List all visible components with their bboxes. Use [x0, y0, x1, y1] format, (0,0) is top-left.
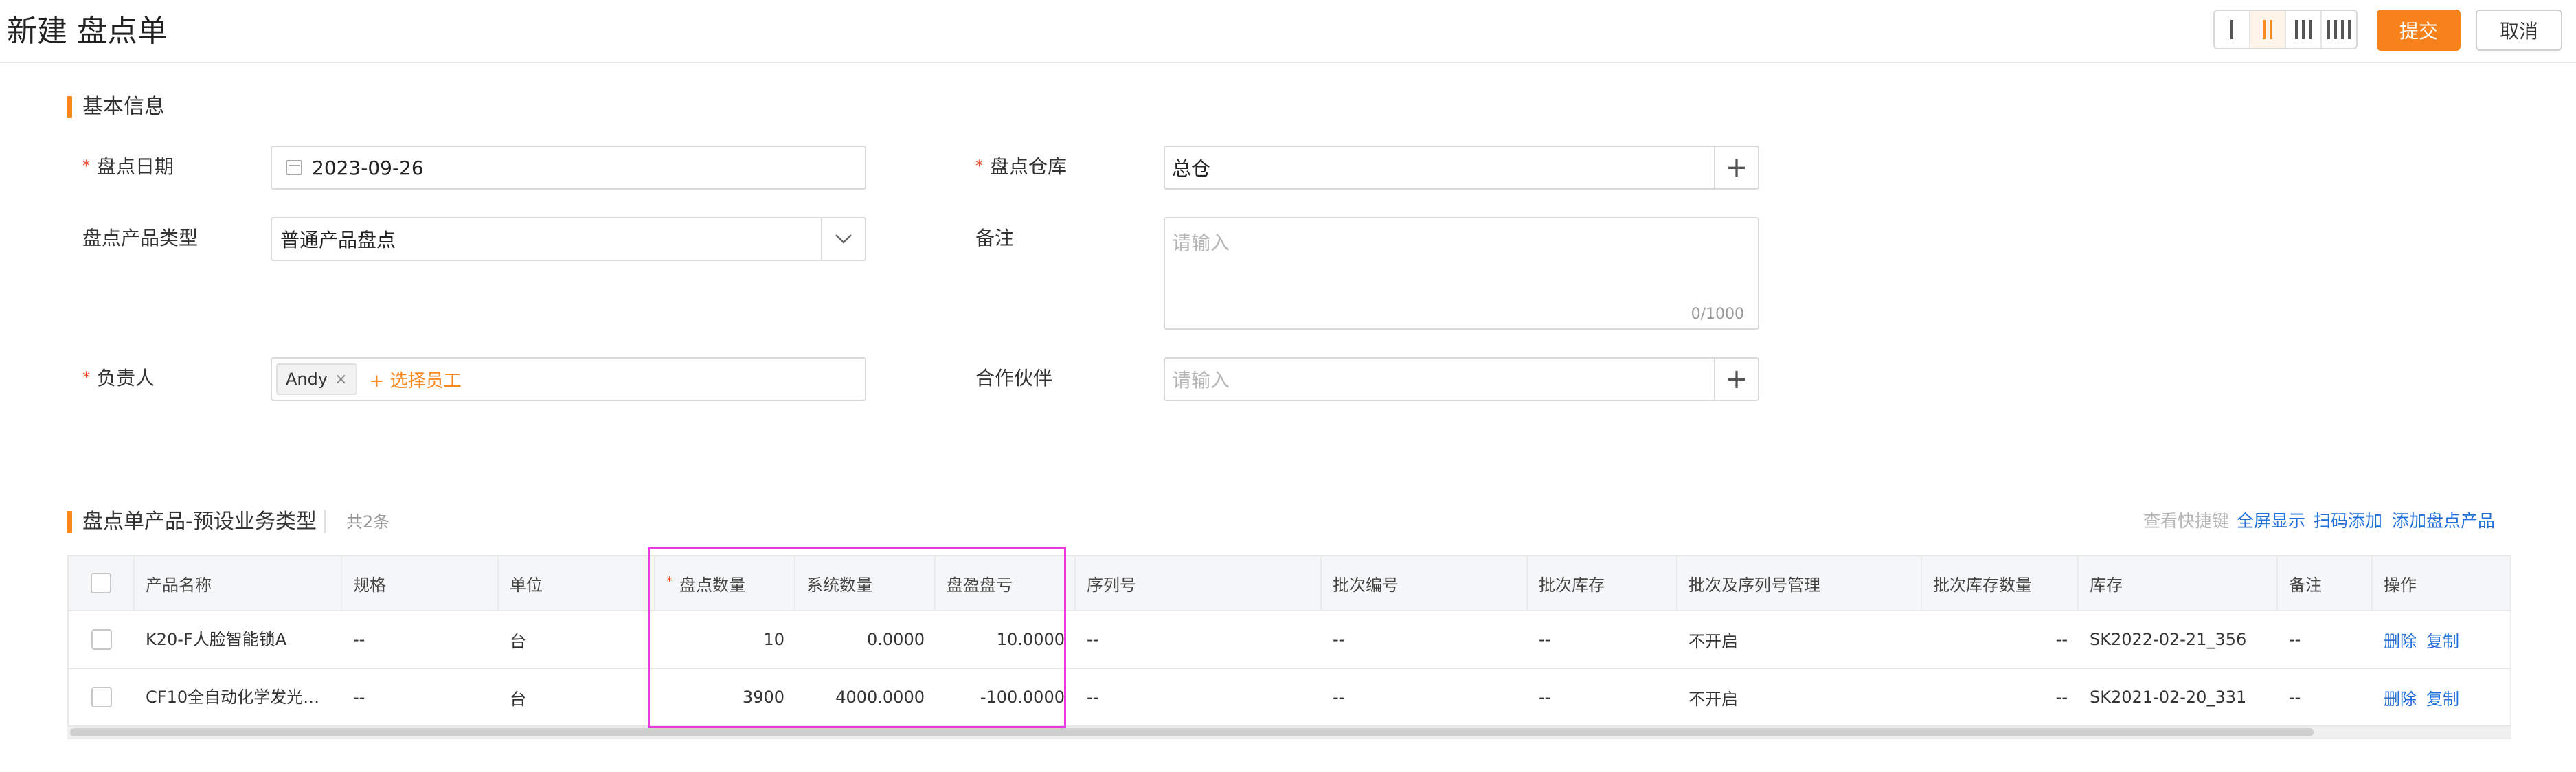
- close-icon[interactable]: ×: [335, 371, 347, 388]
- calendar-icon: [286, 160, 302, 175]
- fullscreen-link[interactable]: 全屏显示: [2237, 511, 2305, 532]
- submit-button[interactable]: 提交: [2377, 10, 2461, 51]
- select-staff-link[interactable]: + 选择员工: [370, 367, 462, 392]
- select-all-checkbox[interactable]: [91, 573, 111, 593]
- table-row: CF10全自动化学发光免疫分析仪 -- 台 3900 4000.0000 -10…: [69, 669, 2510, 727]
- col-unit[interactable]: 单位: [499, 556, 655, 610]
- layout-four-column-button[interactable]: [2322, 11, 2356, 48]
- partner-add-button[interactable]: +: [1714, 359, 1758, 400]
- col-batch-mgmt[interactable]: 批次及序列号管理: [1677, 556, 1922, 610]
- scan-add-link[interactable]: 扫码添加: [2314, 511, 2382, 532]
- products-title: 盘点单产品-预设业务类型: [67, 510, 317, 534]
- cell-unit: 台: [510, 689, 526, 709]
- remark-placeholder: 请输入: [1172, 231, 1230, 254]
- cell-batch-mgmt: 不开启: [1688, 631, 1738, 651]
- layout-two-column-button[interactable]: [2250, 11, 2286, 48]
- date-label: * 盘点日期: [82, 155, 174, 178]
- highlight-box: [648, 547, 1066, 728]
- cell-actions: 删除 复制: [2373, 611, 2510, 668]
- delete-link[interactable]: 删除: [2384, 685, 2417, 709]
- warehouse-label: * 盘点仓库: [975, 155, 1067, 178]
- col-batch-stock-qty[interactable]: 批次库存数量: [1922, 556, 2079, 610]
- products-table: 产品名称 规格 单位 * 盘点数量 系统数量 盘盈盘亏 序列号 批次编号 批次库存…: [67, 555, 2511, 739]
- add-product-link[interactable]: 添加盘点产品: [2392, 511, 2495, 532]
- cell-spec: --: [353, 630, 365, 649]
- chevron-down-icon: [821, 218, 865, 260]
- cell-batch-stock-qty: --: [2055, 688, 2068, 707]
- partner-placeholder: 请输入: [1172, 369, 1230, 391]
- cell-serial: --: [1087, 688, 1099, 707]
- cell-name: K20-F人脸智能锁A: [146, 630, 287, 649]
- basic-info-title: 基本信息: [67, 95, 165, 120]
- cell-batch-no: --: [1333, 688, 1345, 707]
- col-serial[interactable]: 序列号: [1076, 556, 1322, 610]
- row-select-cell: [69, 611, 135, 668]
- three-column-icon: [2295, 20, 2312, 39]
- product-type-label: 盘点产品类型: [82, 227, 199, 249]
- row-checkbox[interactable]: [91, 629, 112, 650]
- partner-label: 合作伙伴: [975, 367, 1053, 389]
- owner-tag: Andy ×: [276, 363, 357, 395]
- product-count: 共2条: [346, 512, 390, 532]
- product-type-select[interactable]: 普通产品盘点: [271, 217, 866, 261]
- cell-batch-stock: --: [1539, 630, 1551, 649]
- top-bar: 新建 盘点单 提交 取消: [0, 0, 2576, 63]
- layout-three-column-button[interactable]: [2286, 11, 2322, 48]
- cell-remark: --: [2289, 688, 2301, 707]
- remark-label: 备注: [975, 227, 1015, 249]
- cell-unit: 台: [510, 631, 526, 651]
- warehouse-add-button[interactable]: +: [1714, 147, 1758, 188]
- col-actions[interactable]: 操作: [2373, 556, 2510, 610]
- row-checkbox[interactable]: [91, 687, 112, 707]
- col-batch-stock[interactable]: 批次库存: [1528, 556, 1677, 610]
- select-all-cell: [69, 556, 135, 610]
- cell-stock: SK2021-02-20_331: [2090, 688, 2247, 707]
- required-mark: *: [82, 370, 90, 387]
- date-value: 2023-09-26: [312, 156, 424, 179]
- col-batch-no[interactable]: 批次编号: [1322, 556, 1528, 610]
- remark-textarea[interactable]: 请输入 0/1000: [1164, 217, 1759, 330]
- required-mark: *: [82, 158, 90, 175]
- partner-field[interactable]: 请输入 +: [1164, 357, 1759, 401]
- divider: [324, 510, 326, 533]
- layout-column-switch: [2213, 10, 2358, 49]
- col-remark[interactable]: 备注: [2278, 556, 2373, 610]
- cell-spec: --: [353, 688, 365, 707]
- cell-remark: --: [2289, 630, 2301, 649]
- copy-link[interactable]: 复制: [2426, 685, 2459, 709]
- warehouse-value: 总仓: [1172, 157, 1211, 180]
- cell-batch-stock-qty: --: [2055, 630, 2068, 649]
- warehouse-field[interactable]: 总仓 +: [1164, 146, 1759, 190]
- layout-one-column-button[interactable]: [2215, 11, 2250, 48]
- horizontal-scrollbar-thumb[interactable]: [70, 728, 2314, 736]
- required-mark: *: [975, 158, 983, 175]
- cell-batch-no: --: [1333, 630, 1345, 649]
- cell-name: CF10全自动化学发光免疫分析仪: [146, 688, 331, 707]
- delete-link[interactable]: 删除: [2384, 628, 2417, 652]
- owner-field[interactable]: Andy × + 选择员工: [271, 357, 866, 401]
- four-column-icon: [2327, 20, 2351, 39]
- page-title: 新建 盘点单: [7, 14, 168, 49]
- cell-serial: --: [1087, 630, 1099, 649]
- row-select-cell: [69, 669, 135, 725]
- cell-actions: 删除 复制: [2373, 669, 2510, 725]
- cell-stock: SK2022-02-21_356: [2090, 630, 2247, 649]
- remark-counter: 0/1000: [1691, 306, 1744, 323]
- cell-batch-stock: --: [1539, 688, 1551, 707]
- page: 新建 盘点单 提交 取消 基本信息 * 盘点日期 2023-09-26 * 盘点仓库: [0, 0, 2576, 772]
- product-type-value: 普通产品盘点: [280, 229, 396, 251]
- col-spec[interactable]: 规格: [342, 556, 499, 610]
- col-stock[interactable]: 库存: [2079, 556, 2278, 610]
- date-picker[interactable]: 2023-09-26: [271, 146, 866, 190]
- table-header: 产品名称 规格 单位 * 盘点数量 系统数量 盘盈盘亏 序列号 批次编号 批次库存…: [69, 556, 2510, 611]
- cancel-button[interactable]: 取消: [2476, 10, 2562, 51]
- cell-batch-mgmt: 不开启: [1688, 689, 1738, 709]
- col-name[interactable]: 产品名称: [135, 556, 342, 610]
- shortcut-link[interactable]: 查看快捷键: [2143, 511, 2229, 532]
- one-column-icon: [2230, 20, 2233, 39]
- copy-link[interactable]: 复制: [2426, 628, 2459, 652]
- two-column-icon: [2263, 20, 2272, 39]
- table-row: K20-F人脸智能锁A -- 台 10 0.0000 10.0000 -- --…: [69, 611, 2510, 669]
- owner-label: * 负责人: [82, 367, 155, 389]
